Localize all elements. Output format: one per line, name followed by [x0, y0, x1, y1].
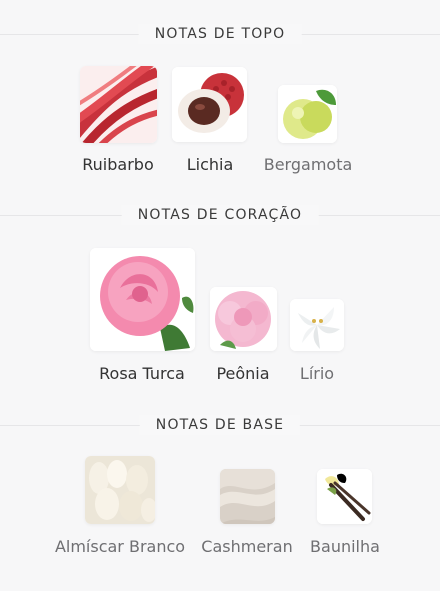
rose-icon: [90, 248, 195, 351]
bergamot-icon: [278, 85, 337, 143]
lily-icon: [290, 299, 344, 351]
section-title-heart-notes: NOTAS DE CORAÇÃO: [121, 205, 319, 225]
white-musk-icon: [85, 456, 155, 524]
vanilla-icon: [317, 469, 372, 524]
lychee-icon: [172, 67, 247, 142]
section-title-top-notes: NOTAS DE TOPO: [138, 24, 302, 44]
note-label-almiscar-branco: Almíscar Branco: [54, 537, 186, 556]
peony-icon: [210, 287, 277, 351]
note-label-bergamota: Bergamota: [263, 155, 353, 174]
note-label-rosa-turca: Rosa Turca: [99, 364, 185, 383]
section-title-base-notes: NOTAS DE BASE: [139, 415, 301, 435]
note-label-ruibarbo: Ruibarbo: [82, 155, 154, 174]
note-label-cashmeran: Cashmeran: [201, 537, 293, 556]
note-label-lichia: Lichia: [186, 155, 234, 174]
note-label-lirio: Lírio: [299, 364, 335, 383]
cashmeran-icon: [220, 469, 275, 524]
note-label-peonia: Peônia: [216, 364, 270, 383]
note-label-baunilha: Baunilha: [310, 537, 380, 556]
rhubarb-icon: [80, 66, 157, 143]
